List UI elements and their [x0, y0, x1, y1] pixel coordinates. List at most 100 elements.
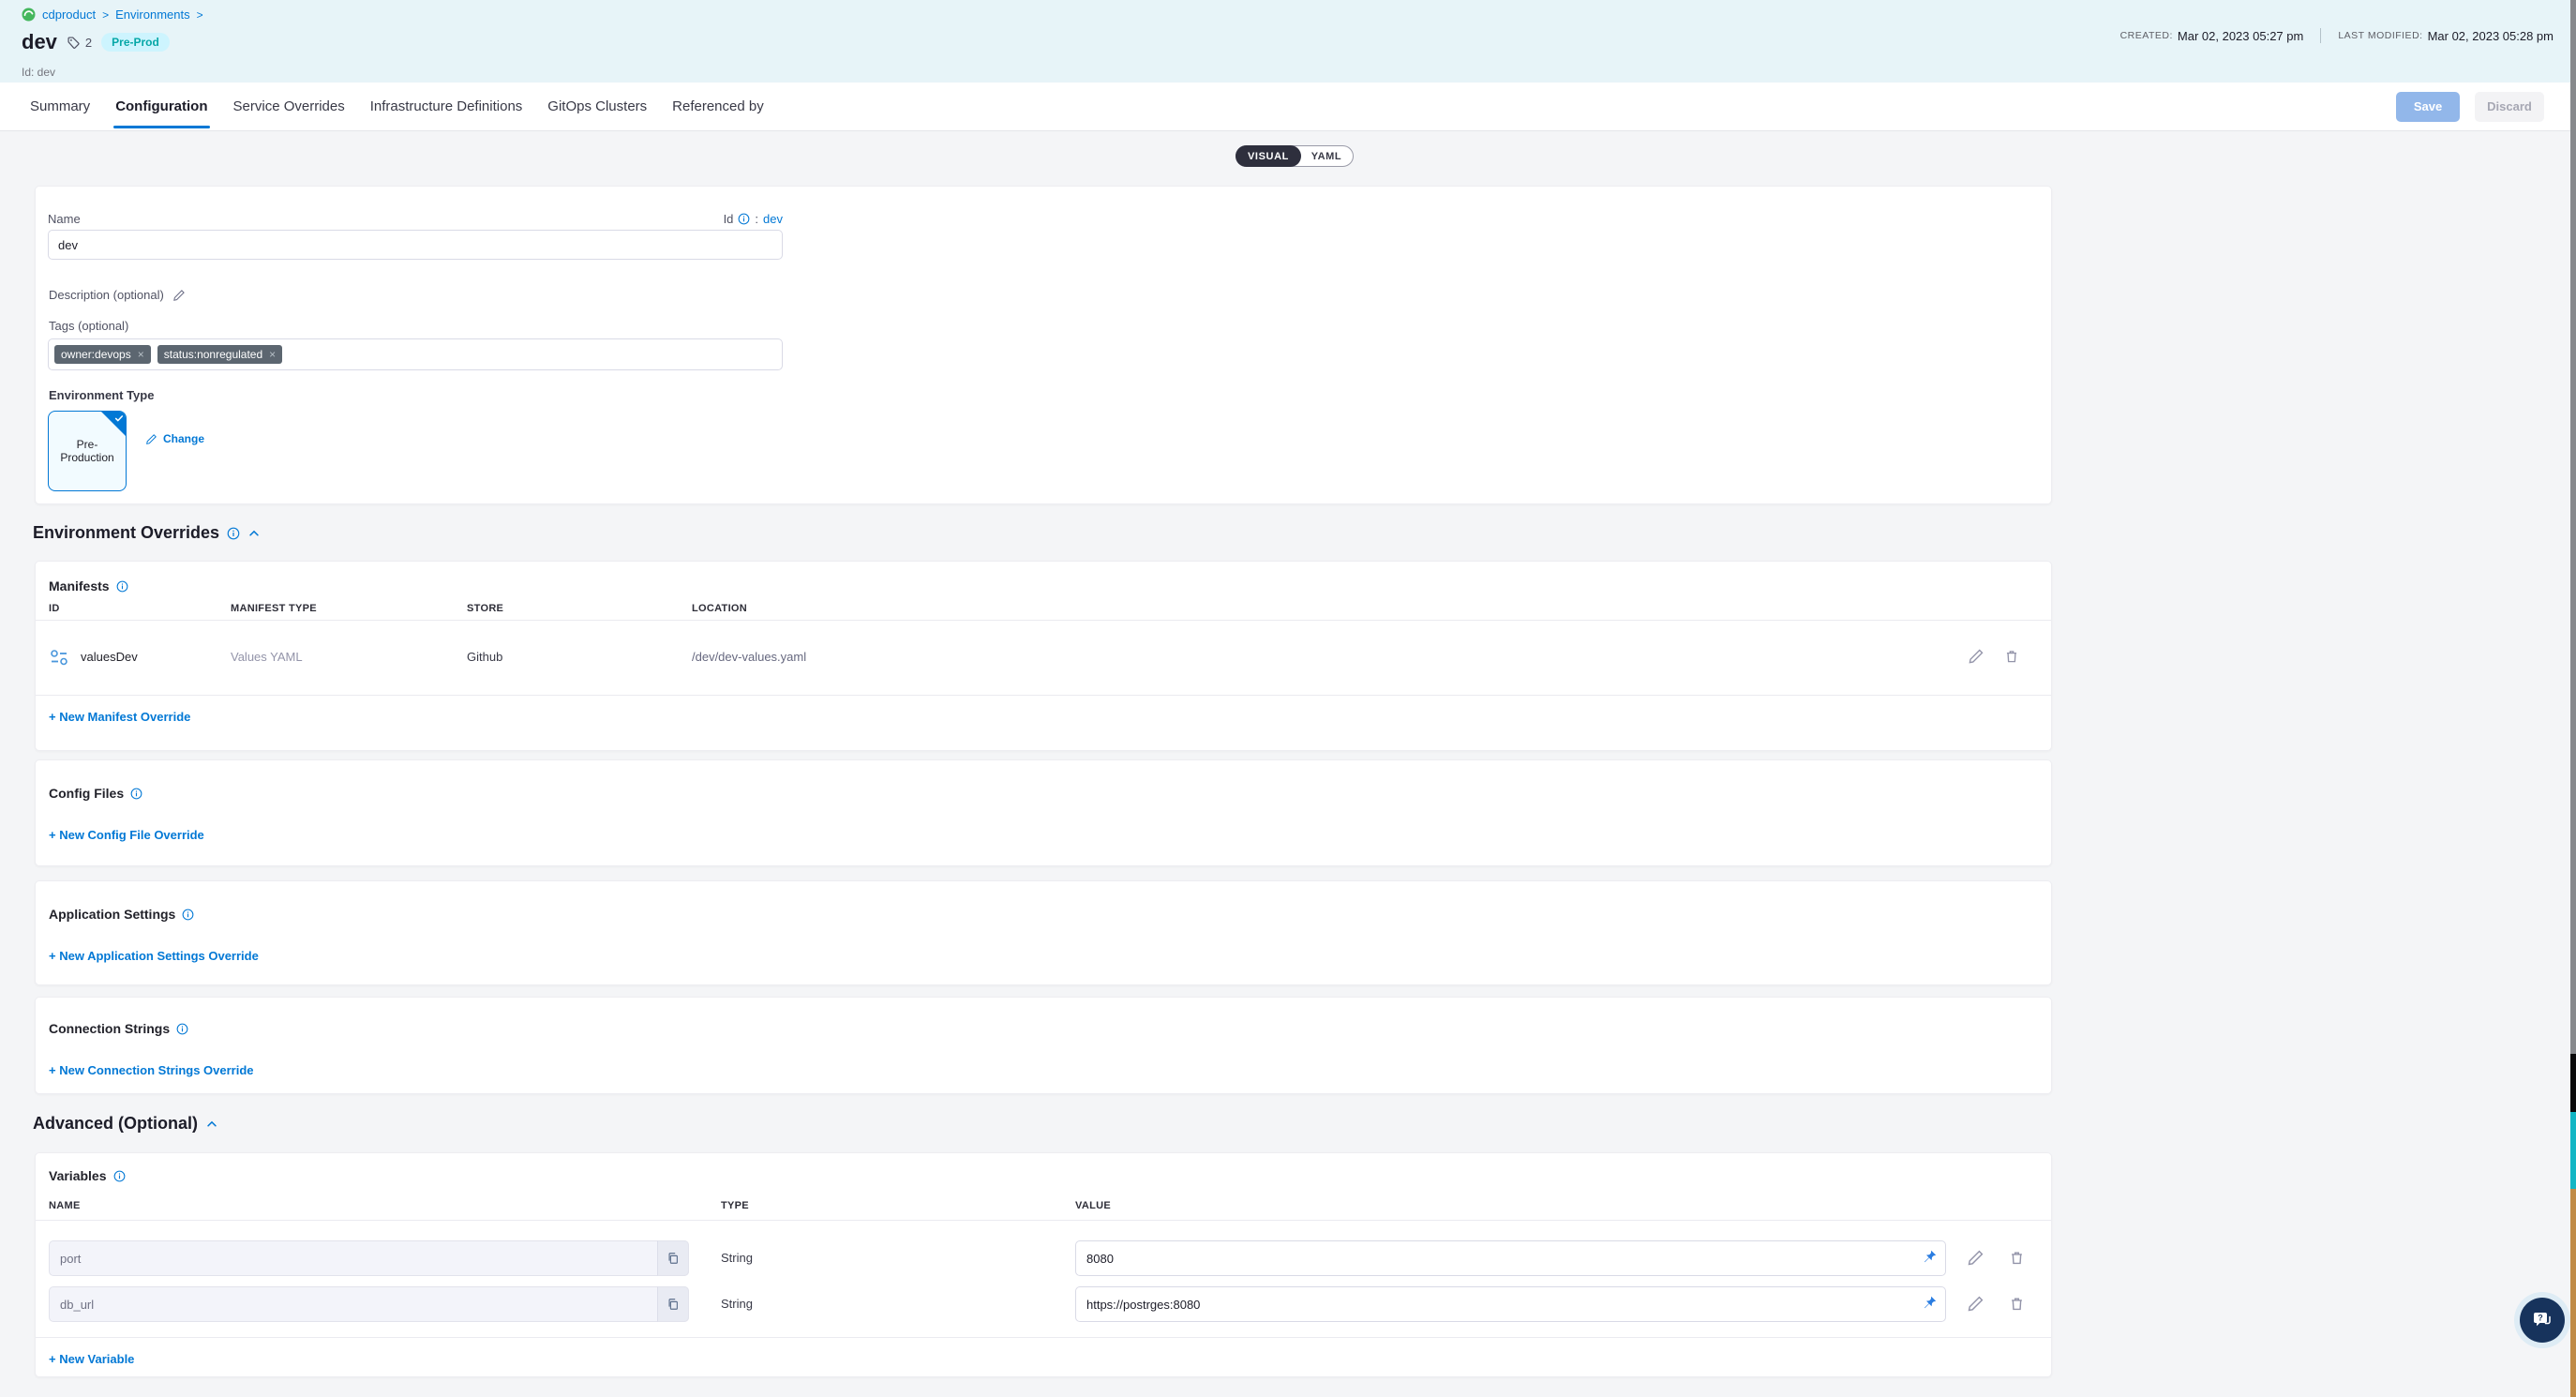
help-chat-button[interactable]: ?	[2520, 1298, 2565, 1343]
connection-strings-card: Connection Strings + New Connection Stri…	[35, 997, 2052, 1094]
info-icon[interactable]	[130, 788, 142, 800]
environment-type-card[interactable]: Pre-Production	[48, 411, 127, 491]
divider	[36, 1220, 2051, 1221]
discard-button[interactable]: Discard	[2475, 92, 2544, 122]
edit-description-icon[interactable]	[172, 289, 186, 302]
check-icon	[114, 413, 124, 423]
remove-tag-icon[interactable]: ×	[138, 349, 144, 360]
modified-label: LAST MODIFIED:	[2338, 30, 2422, 41]
tab-actions: Save Discard	[2396, 92, 2544, 122]
name-row: Name Id : dev	[48, 212, 783, 226]
edit-variable-icon[interactable]	[1967, 1295, 1984, 1313]
info-icon[interactable]	[227, 527, 240, 540]
manifest-store: Github	[467, 650, 502, 664]
name-label: Name	[48, 212, 81, 226]
tab-bar: Summary Configuration Service Overrides …	[0, 83, 2576, 131]
new-connection-strings-override-link[interactable]: + New Connection Strings Override	[49, 1063, 254, 1077]
tag-count-value: 2	[85, 36, 92, 50]
new-variable-link[interactable]: + New Variable	[49, 1352, 134, 1366]
environment-type-label: Environment Type	[49, 388, 154, 402]
remove-tag-icon[interactable]: ×	[269, 349, 276, 360]
tags-label: Tags (optional)	[49, 319, 128, 333]
tab-infrastructure-definitions[interactable]: Infrastructure Definitions	[368, 83, 525, 130]
input-type-pin-icon[interactable]	[1923, 1295, 1938, 1310]
collapse-chevron-icon[interactable]	[247, 527, 261, 540]
connection-strings-title-row: Connection Strings	[49, 1021, 188, 1036]
copy-icon[interactable]	[657, 1240, 689, 1276]
variable-name-input[interactable]	[49, 1240, 689, 1276]
entity-id-line: Id: dev	[22, 66, 55, 79]
advanced-heading: Advanced (Optional)	[33, 1114, 218, 1134]
chevron-right-icon: >	[197, 8, 203, 22]
tab-gitops-clusters[interactable]: GitOps Clusters	[546, 83, 649, 130]
info-icon[interactable]	[738, 213, 750, 225]
details-card: Name Id : dev Description (optional) Tag…	[35, 186, 2052, 504]
tab-configuration[interactable]: Configuration	[113, 83, 209, 130]
variable-type: String	[721, 1297, 753, 1311]
variable-name-input[interactable]	[49, 1286, 689, 1322]
info-icon[interactable]	[176, 1023, 188, 1035]
column-header-location: LOCATION	[692, 603, 747, 614]
advanced-title: Advanced (Optional)	[33, 1114, 198, 1134]
info-icon[interactable]	[182, 909, 194, 921]
tabs: Summary Configuration Service Overrides …	[28, 83, 766, 130]
description-row: Description (optional)	[49, 288, 186, 302]
tab-service-overrides[interactable]: Service Overrides	[232, 83, 347, 130]
variables-card: Variables NAME TYPE VALUE String	[35, 1152, 2052, 1377]
application-settings-title-row: Application Settings	[49, 907, 194, 922]
column-header-id: ID	[49, 603, 60, 614]
timestamps: CREATED: Mar 02, 2023 05:27 pm LAST MODI…	[2120, 28, 2554, 43]
delete-manifest-icon[interactable]	[2003, 648, 2020, 665]
input-type-pin-icon[interactable]	[1923, 1249, 1938, 1264]
edit-variable-icon[interactable]	[1967, 1249, 1984, 1267]
new-config-file-override-link[interactable]: + New Config File Override	[49, 828, 204, 842]
new-manifest-override-link[interactable]: + New Manifest Override	[49, 710, 190, 724]
change-label: Change	[163, 432, 204, 445]
breadcrumb-project-link[interactable]: cdproduct	[42, 8, 96, 22]
copy-icon[interactable]	[657, 1286, 689, 1322]
variables-title-row: Variables	[49, 1168, 126, 1183]
divider	[36, 620, 2051, 621]
connection-strings-title: Connection Strings	[49, 1021, 170, 1036]
config-files-title: Config Files	[49, 786, 124, 801]
manifest-location: /dev/dev-values.yaml	[692, 650, 806, 664]
column-header-manifest-type: MANIFEST TYPE	[231, 603, 317, 614]
created-value: Mar 02, 2023 05:27 pm	[2178, 29, 2303, 43]
change-env-type-link[interactable]: Change	[145, 432, 204, 445]
id-cluster: Id : dev	[724, 212, 783, 226]
collapse-chevron-icon[interactable]	[205, 1118, 218, 1131]
edit-manifest-icon[interactable]	[1968, 648, 1984, 665]
title-row: dev 2 Pre-Prod	[22, 32, 170, 53]
tab-referenced-by[interactable]: Referenced by	[670, 83, 766, 130]
manifests-title-row: Manifests	[49, 578, 128, 593]
divider	[36, 1337, 2051, 1338]
toggle-yaml-option[interactable]: YAML	[1300, 146, 1353, 166]
info-icon[interactable]	[116, 580, 128, 593]
id-value-link[interactable]: dev	[763, 212, 783, 226]
application-settings-card: Application Settings + New Application S…	[35, 880, 2052, 985]
variable-value-input[interactable]	[1075, 1286, 1946, 1322]
chevron-right-icon: >	[102, 8, 109, 22]
environment-type-value: Pre-Production	[52, 438, 122, 464]
manifest-type-icon	[49, 647, 69, 668]
id-label: Id	[724, 212, 734, 226]
info-icon[interactable]	[113, 1170, 126, 1182]
modified-value: Mar 02, 2023 05:28 pm	[2428, 29, 2554, 43]
divider	[36, 695, 2051, 696]
save-button[interactable]: Save	[2396, 92, 2460, 122]
column-header-type: TYPE	[721, 1200, 749, 1211]
variable-value-input[interactable]	[1075, 1240, 1946, 1276]
delete-variable-icon[interactable]	[2008, 1295, 2026, 1313]
delete-variable-icon[interactable]	[2008, 1249, 2026, 1267]
name-input[interactable]	[48, 230, 783, 260]
column-header-name: NAME	[49, 1200, 81, 1211]
project-logo-icon[interactable]	[22, 8, 36, 22]
new-application-settings-override-link[interactable]: + New Application Settings Override	[49, 949, 259, 963]
breadcrumb-environments-link[interactable]: Environments	[115, 8, 189, 22]
toggle-visual-option[interactable]: VISUAL	[1236, 145, 1301, 167]
manifest-type: Values YAML	[231, 650, 303, 664]
tab-summary[interactable]: Summary	[28, 83, 92, 130]
created-label: CREATED:	[2120, 30, 2173, 41]
tag-chip-label: status:nonregulated	[164, 349, 262, 360]
tags-input[interactable]: owner:devops × status:nonregulated ×	[48, 338, 783, 370]
